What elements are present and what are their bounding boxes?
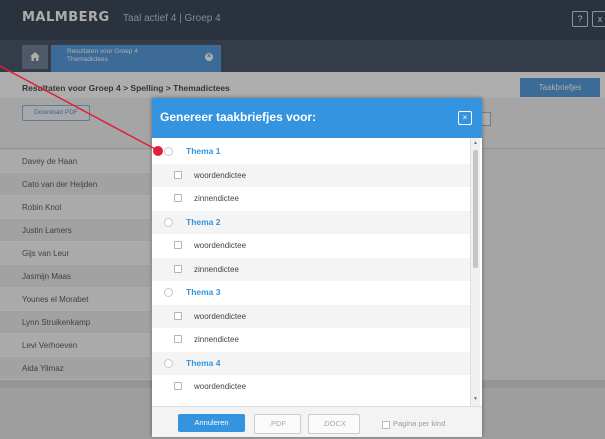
annotation-arrow: [0, 65, 163, 156]
